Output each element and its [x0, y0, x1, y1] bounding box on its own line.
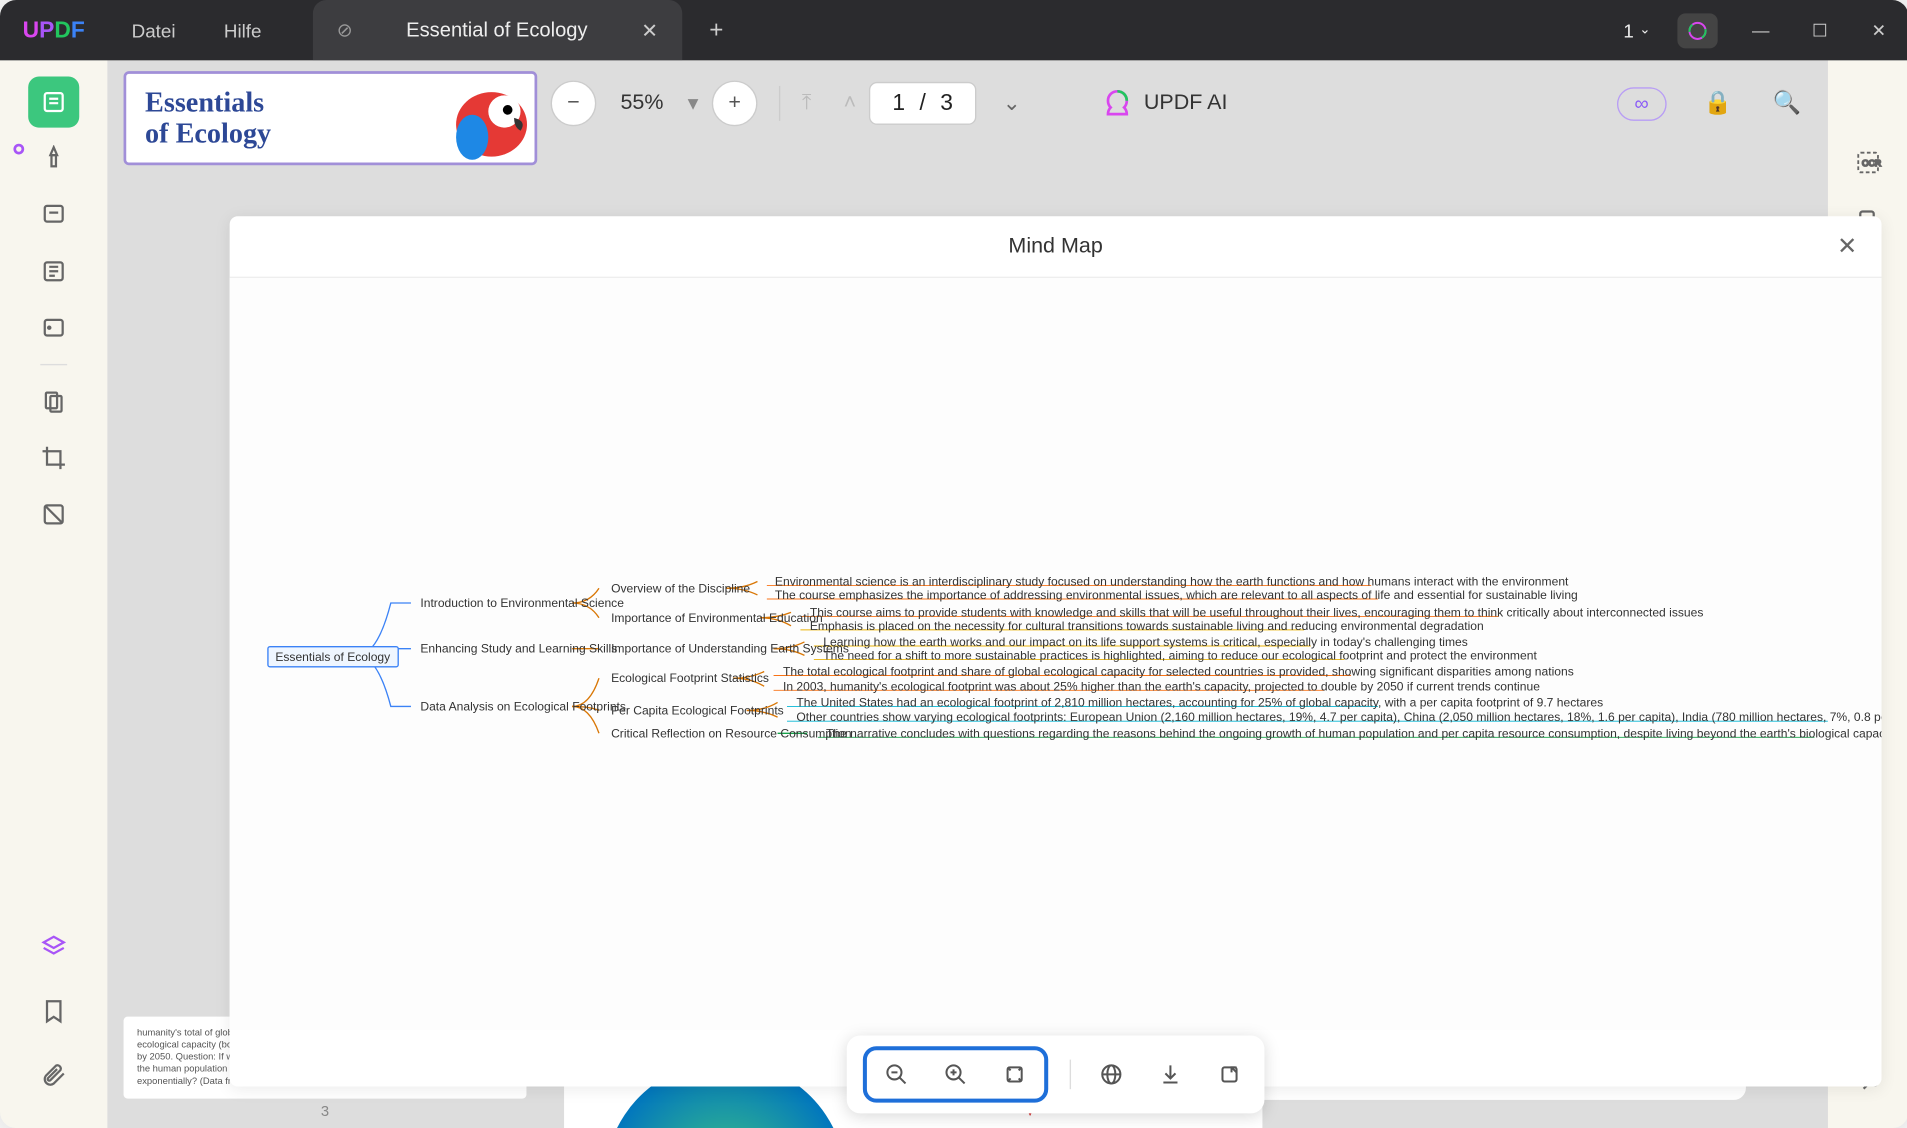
mm-leaf: Emphasis is placed on the necessity for …	[804, 618, 1489, 634]
titlebar: UPDF Datei Hilfe ⊘ Essential of Ecology …	[0, 0, 1907, 60]
zoom-value: 55%	[610, 91, 675, 115]
bookmark-icon[interactable]	[28, 986, 79, 1037]
zoom-out-button[interactable]: −	[551, 81, 597, 127]
prev-page-icon[interactable]: ˄	[844, 91, 857, 115]
form-icon[interactable]	[28, 302, 79, 353]
mm-leaf: The narrative concludes with questions r…	[821, 725, 1882, 741]
mm-zoom-in-icon[interactable]	[937, 1056, 975, 1094]
next-page-icon[interactable]: ⌄	[1003, 90, 1021, 117]
organize-pages-icon[interactable]	[28, 376, 79, 427]
search-icon[interactable]: 🔍	[1773, 90, 1801, 117]
mm-b3c2[interactable]: Per Capita Ecological Footprints	[606, 702, 789, 718]
mm-leaf: The United States had an ecological foot…	[791, 694, 1608, 710]
svg-text:OCR: OCR	[1862, 158, 1881, 168]
ai-infinity-pill[interactable]: ∞	[1617, 87, 1666, 121]
new-tab-button[interactable]: +	[709, 16, 723, 44]
document-icon: ⊘	[337, 19, 353, 42]
first-page-icon[interactable]: ⤒	[802, 91, 812, 115]
close-icon[interactable]: ✕	[1837, 232, 1857, 260]
mindmap-zoom-group	[863, 1046, 1048, 1102]
document-tab[interactable]: ⊘ Essential of Ecology ✕	[313, 0, 683, 60]
minimize-button[interactable]: —	[1731, 0, 1790, 60]
mm-root[interactable]: Essentials of Ecology	[267, 646, 398, 667]
mm-b1c2[interactable]: Importance of Environmental Education	[606, 610, 828, 626]
mm-web-icon[interactable]	[1093, 1056, 1131, 1094]
updf-ai-logo-icon	[1101, 87, 1133, 119]
mm-leaf: The course emphasizes the importance of …	[770, 587, 1584, 603]
maximize-button[interactable]: ☐	[1790, 0, 1849, 60]
menu-file[interactable]: Datei	[107, 19, 199, 40]
mindmap-title: Mind Map	[1008, 234, 1102, 258]
close-window-button[interactable]: ✕	[1849, 0, 1907, 60]
ai-chip-icon[interactable]	[1677, 13, 1717, 48]
mm-fit-icon[interactable]	[996, 1056, 1034, 1094]
ocr-icon[interactable]: OCR	[1847, 141, 1890, 184]
indicator-dot	[13, 144, 24, 155]
mm-b1c1[interactable]: Overview of the Discipline	[606, 580, 756, 596]
mm-b1[interactable]: Introduction to Environmental Science	[415, 595, 629, 611]
mm-b3[interactable]: Data Analysis on Ecological Footprints	[415, 698, 631, 714]
mindmap-canvas[interactable]: Essentials of Ecology Introduction to En…	[230, 278, 1882, 1030]
mm-b2[interactable]: Enhancing Study and Learning Skills	[415, 641, 623, 657]
lock-icon[interactable]: 🔒	[1704, 90, 1732, 117]
mm-zoom-out-icon[interactable]	[878, 1056, 916, 1094]
window-count-badge[interactable]: 1⌄	[1623, 19, 1650, 40]
page-indicator[interactable]: 1 / 3	[870, 82, 976, 125]
comment-icon[interactable]	[28, 189, 79, 240]
mindmap-toolbar	[847, 1035, 1265, 1113]
tab-title: Essential of Ecology	[406, 19, 587, 42]
document-toolbar: − 55% ▾ + ⤒ ˄ 1 / 3 ⌄ UPDF AI ∞ 🔒	[551, 71, 1815, 135]
reader-mode-icon[interactable]	[28, 77, 79, 128]
attachment-icon[interactable]	[28, 1050, 79, 1101]
mm-b3c1[interactable]: Ecological Footprint Statistics	[606, 670, 775, 686]
ai-panel-title: UPDF AI	[1144, 91, 1228, 115]
mm-export-icon[interactable]	[1211, 1056, 1249, 1094]
zoom-in-button[interactable]: +	[712, 81, 758, 127]
zoom-dropdown-icon[interactable]: ▾	[688, 90, 699, 117]
mm-leaf: Other countries show varying ecological …	[791, 709, 1882, 725]
layers-icon[interactable]	[28, 921, 79, 972]
mm-download-icon[interactable]	[1152, 1056, 1190, 1094]
page-thumbnail[interactable]: Essentials of Ecology	[124, 71, 538, 165]
mindmap-modal: Mind Map ✕	[230, 216, 1882, 1086]
mm-b3c3[interactable]: Critical Reflection on Resource Consumpt…	[606, 725, 857, 741]
edit-text-icon[interactable]	[28, 246, 79, 297]
mm-leaf: The need for a shift to more sustainable…	[818, 647, 1542, 663]
mm-leaf: The total ecological footprint and share…	[778, 663, 1580, 679]
redact-icon[interactable]	[28, 489, 79, 540]
menu-help[interactable]: Hilfe	[200, 19, 286, 40]
left-sidebar	[0, 60, 107, 1128]
crop-icon[interactable]	[28, 432, 79, 483]
thumb-page-number: 3	[124, 1104, 527, 1120]
parrot-illustration	[443, 79, 540, 160]
highlight-icon[interactable]	[28, 133, 79, 184]
app-logo: UPDF	[0, 17, 107, 44]
mm-leaf: In 2003, humanity's ecological footprint…	[778, 678, 1546, 694]
close-icon[interactable]: ✕	[641, 18, 658, 42]
